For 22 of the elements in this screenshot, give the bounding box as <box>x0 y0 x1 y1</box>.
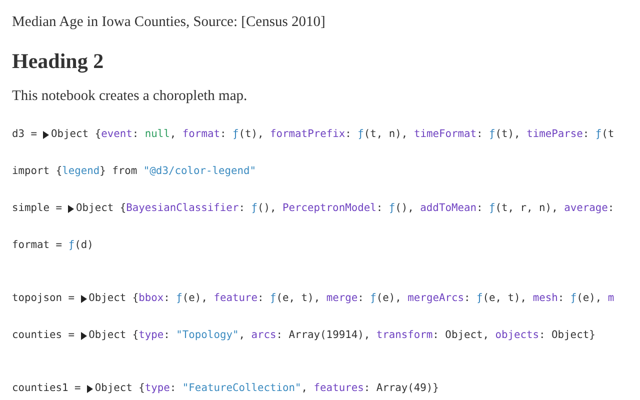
cell-value: Object {BayesianClassifier: ƒ(), PerceptronModel: ƒ(), addToMean: ƒ(t, r, n), average: <box>76 201 614 216</box>
intro-paragraph: This notebook creates a choropleth map. <box>12 87 248 105</box>
expand-triangle-icon[interactable] <box>80 332 87 340</box>
cell-value: Object {bbox: ƒ(e), feature: ƒ(e, t), merge: ƒ(e), mergeArcs: ƒ(e, t), mesh: ƒ(e), m <box>88 291 614 306</box>
cell-value: Object {type: "Topology", arcs: Array(19914), transform: Object, objects: Object} <box>88 328 596 343</box>
expand-triangle-icon[interactable] <box>68 204 74 212</box>
cell-value: {legend} from "@d3/color-legend" <box>56 164 256 179</box>
heading: Heading 2 <box>12 49 105 73</box>
expand-triangle-icon[interactable] <box>86 384 93 392</box>
cell-name: counties1 = <box>12 381 81 396</box>
cell-name: simple = <box>12 201 62 216</box>
cell-name: format = <box>12 238 62 253</box>
cell-name: d3 = <box>12 127 38 142</box>
cell-value: ƒ(d) <box>68 238 94 253</box>
cell-name: topojson = <box>12 291 75 306</box>
cell-value: Object {type: "FeatureCollection", features: Array(49)} <box>94 381 439 396</box>
caption-text: Median Age in Iowa Counties, Source: [Census 2010] <box>12 13 326 31</box>
cell-name: import <box>12 164 50 179</box>
expand-triangle-icon[interactable] <box>43 130 50 138</box>
cell-value: Object {event: null, format: ƒ(t), formatPrefix: ƒ(t, n), timeFormat: ƒ(t), timeParse: ƒ(t <box>51 127 614 142</box>
expand-triangle-icon[interactable] <box>80 294 87 302</box>
cell-name: counties = <box>12 328 75 343</box>
